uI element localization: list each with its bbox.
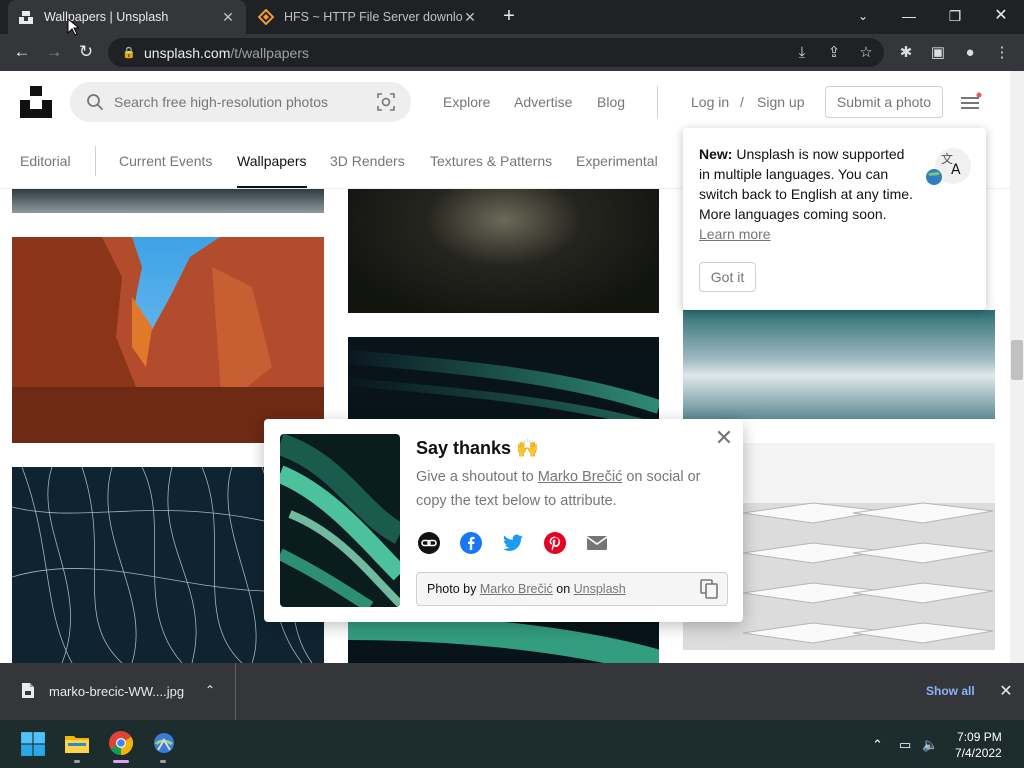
active-topic-underline: [237, 186, 307, 188]
topic-current-events[interactable]: Current Events: [119, 153, 212, 169]
facebook-icon[interactable]: [459, 531, 483, 555]
explorer-indicator: [74, 760, 80, 763]
clock-time: 7:09 PM: [957, 730, 1002, 744]
tray-chevron-up-icon[interactable]: ⌃: [872, 737, 883, 753]
clock-date: 7/4/2022: [955, 746, 1002, 760]
restore-icon[interactable]: ❐: [932, 0, 978, 34]
file-icon: [22, 683, 34, 698]
kebab-menu-icon[interactable]: ⋮: [989, 40, 1015, 66]
share-icon[interactable]: ⇪: [821, 40, 847, 66]
submit-photo-button[interactable]: Submit a photo: [825, 86, 943, 118]
search-icon: [87, 94, 104, 111]
attribution-box[interactable]: Photo by Marko Brečić on Unsplash: [416, 572, 728, 606]
hfs-app-icon[interactable]: [151, 730, 177, 756]
say-thanks-title: Say thanks 🙌: [416, 438, 539, 458]
url-path: /t/wallpapers: [230, 44, 309, 61]
photo-tile-lake[interactable]: [683, 310, 995, 419]
tab-unsplash[interactable]: Wallpapers | Unsplash ✕: [8, 0, 246, 34]
extensions-puzzle-icon[interactable]: ✱: [893, 40, 919, 66]
hamburger-menu-icon[interactable]: [960, 92, 982, 112]
topic-textures-patterns[interactable]: Textures & Patterns: [430, 153, 552, 169]
close-tab-icon[interactable]: ✕: [220, 9, 236, 26]
minimize-icon[interactable]: —: [886, 0, 932, 34]
nav-advertise[interactable]: Advertise: [514, 94, 572, 110]
chrome-icon[interactable]: [108, 730, 134, 756]
credit-author-link[interactable]: Marko Brečić: [480, 582, 553, 596]
tab-search-chevron-icon[interactable]: ⌄: [840, 0, 886, 34]
credit-mid: on: [552, 582, 574, 596]
network-icon[interactable]: ▭: [899, 737, 911, 753]
login-link[interactable]: Log in: [691, 94, 729, 110]
translate-icon: 文A: [926, 148, 971, 185]
copy-icon[interactable]: [700, 579, 718, 599]
nav-explore[interactable]: Explore: [443, 94, 490, 110]
windows-start-icon[interactable]: [20, 731, 46, 757]
learn-more-link[interactable]: Learn more: [699, 226, 771, 242]
close-window-icon[interactable]: ✕: [978, 0, 1024, 34]
photo-thumbnail: [280, 434, 400, 607]
tab-title: HFS ~ HTTP File Server download: [284, 10, 462, 24]
thumbnail-streaks-image: [280, 434, 400, 607]
reload-icon[interactable]: ↻: [73, 40, 99, 66]
signup-link[interactable]: Sign up: [757, 94, 804, 110]
taskbar-clock[interactable]: 7:09 PM 7/4/2022: [955, 729, 1002, 761]
credit-prefix: Photo by: [427, 582, 480, 596]
mouse-cursor-icon: [67, 18, 79, 36]
url-host: unsplash.com: [144, 44, 231, 61]
svg-text:A: A: [951, 162, 961, 178]
topic-experimental[interactable]: Experimental: [576, 153, 658, 169]
file-explorer-icon[interactable]: [64, 730, 90, 756]
tab-hfs[interactable]: HFS ~ HTTP File Server download ✕: [248, 0, 488, 34]
search-placeholder: Search free high-resolution photos: [114, 94, 329, 110]
photo-tile-canyon[interactable]: [12, 237, 324, 443]
hfs-favicon-icon: [258, 9, 274, 25]
canyon-photo: [12, 237, 324, 443]
nav-blog[interactable]: Blog: [597, 94, 625, 110]
address-bar[interactable]: 🔒 unsplash.com/t/wallpapers: [108, 38, 884, 67]
photo-tile-night-road[interactable]: [348, 189, 659, 313]
back-arrow-icon[interactable]: ←: [9, 40, 35, 66]
unsplash-favicon-icon: [19, 11, 33, 24]
forward-arrow-icon[interactable]: →: [41, 40, 67, 66]
unsplash-logo-icon[interactable]: [20, 86, 52, 118]
header-divider: [657, 86, 658, 118]
profile-avatar-icon[interactable]: ●: [957, 40, 983, 66]
new-tab-icon[interactable]: +: [497, 5, 521, 29]
lock-icon: 🔒: [122, 47, 136, 59]
author-link[interactable]: Marko Brečić: [538, 469, 623, 485]
topic-3d-renders[interactable]: 3D Renders: [330, 153, 405, 169]
close-popup-icon[interactable]: ✕: [714, 427, 734, 449]
language-message: New: Unsplash is now supported in multip…: [699, 144, 919, 244]
copy-link-icon[interactable]: [417, 531, 441, 555]
say-thanks-body: Give a shoutout to Marko Brečić on socia…: [416, 465, 726, 513]
install-icon[interactable]: ⤓: [789, 40, 815, 66]
body-prefix: Give a shoutout to: [416, 469, 538, 485]
visual-search-icon[interactable]: [377, 93, 395, 111]
topic-divider: [95, 146, 96, 176]
topic-wallpapers[interactable]: Wallpapers: [237, 153, 307, 169]
language-new-label: New:: [699, 146, 733, 162]
show-all-button[interactable]: Show all: [926, 684, 975, 698]
photo-tile[interactable]: [12, 189, 324, 213]
login-separator: /: [740, 94, 744, 110]
topic-editorial[interactable]: Editorial: [20, 153, 71, 169]
bookmark-star-icon[interactable]: ☆: [853, 40, 879, 66]
email-icon[interactable]: [585, 531, 609, 555]
page-scrollbar-thumb[interactable]: [1011, 340, 1023, 380]
credit-site-link[interactable]: Unsplash: [574, 582, 626, 596]
pinterest-icon[interactable]: [543, 531, 567, 555]
hfs-indicator: [160, 760, 166, 763]
twitter-icon[interactable]: [501, 531, 525, 555]
got-it-button[interactable]: Got it: [699, 262, 756, 292]
chevron-up-icon[interactable]: ⌃: [205, 683, 215, 697]
close-tab-icon[interactable]: ✕: [462, 9, 478, 26]
chrome-active-indicator: [113, 760, 129, 763]
side-panel-icon[interactable]: ▣: [925, 40, 951, 66]
volume-icon[interactable]: 🔈: [922, 737, 938, 753]
search-input[interactable]: Search free high-resolution photos: [70, 82, 411, 122]
download-filename: marko-brecic-WW....jpg: [49, 684, 185, 699]
language-text: Unsplash is now supported in multiple la…: [699, 146, 913, 222]
close-download-bar-icon[interactable]: ✕: [998, 681, 1014, 701]
